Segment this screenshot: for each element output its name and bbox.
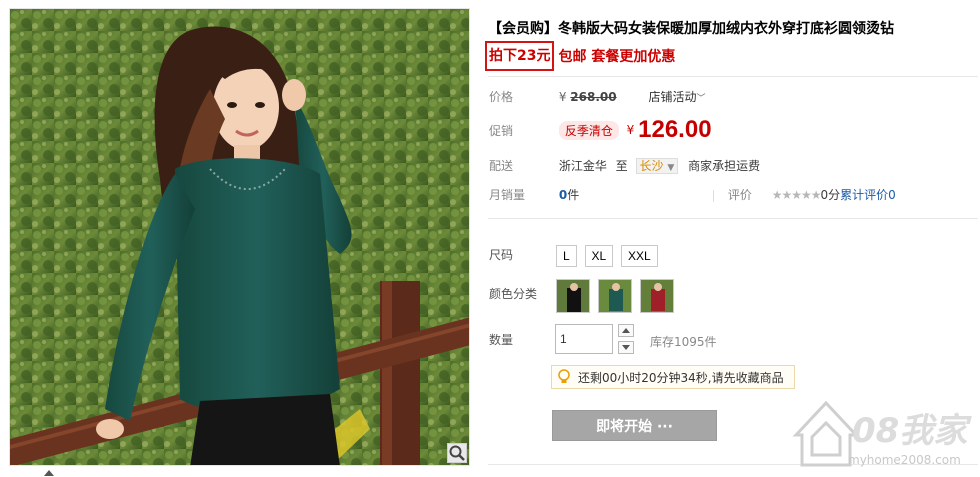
- quantity-label: 数量: [489, 333, 514, 347]
- lightbulb-icon: [558, 369, 570, 383]
- city-dropdown-icon: ▼: [667, 163, 675, 173]
- promo-text: 包邮 套餐更加优惠: [558, 49, 676, 65]
- size-row: 尺码: [489, 246, 555, 263]
- original-price: 268.00: [570, 90, 617, 104]
- coming-soon-button[interactable]: 即将开始 ···: [552, 410, 717, 441]
- promo-currency-symbol: ¥: [626, 123, 635, 137]
- ship-from: 浙江金华: [558, 159, 607, 173]
- size-options: L XL XXL: [556, 245, 662, 267]
- stats-row: 月销量 0件 评价 ★★★★★0分累计评价0: [489, 186, 896, 203]
- promo-tag: 反季清仓: [558, 120, 619, 140]
- rating-stars: ★★★★★: [771, 188, 822, 202]
- shipping-fee-note: 商家承担运费: [688, 159, 761, 173]
- stat-divider: [713, 189, 715, 202]
- promo-label: 促销: [489, 123, 514, 138]
- promo-price-row: 促销 反季清仓 ¥ 126.00: [489, 116, 712, 144]
- color-options: [556, 279, 678, 313]
- color-option-black[interactable]: [556, 279, 590, 313]
- shipping-row: 配送 浙江金华 至 长沙 ▼ 商家承担运费: [489, 157, 760, 174]
- size-option-xxl[interactable]: XXL: [621, 245, 658, 267]
- product-title: 【会员购】冬韩版大码女装保暖加厚加绒内衣外穿打底衫圆领烫钻: [488, 21, 894, 37]
- size-label: 尺码: [489, 248, 514, 262]
- quantity-row: 数量: [489, 331, 513, 348]
- ship-to-word: 至: [615, 159, 628, 173]
- product-info-header: 【会员购】冬韩版大码女装保暖加厚加绒内衣外穿打底衫圆领烫钻 拍下23元 包邮 套…: [485, 18, 968, 71]
- zoom-icon[interactable]: [447, 443, 467, 463]
- dropdown-arrow-icon: ﹀: [696, 94, 706, 104]
- size-option-xl[interactable]: XL: [584, 245, 614, 267]
- shop-activity-label: 店铺活动: [648, 90, 697, 104]
- color-option-red[interactable]: [639, 279, 674, 313]
- quantity-input[interactable]: [555, 324, 613, 354]
- watermark-url: myhome2008.com: [848, 453, 961, 467]
- shop-activity-dropdown[interactable]: 店铺活动﹀: [648, 90, 705, 104]
- favorite-reminder: 还剩00小时20分钟34秒,请先收藏商品: [551, 365, 795, 389]
- city-select[interactable]: 长沙 ▼: [635, 158, 679, 174]
- city-select-value: 长沙: [639, 159, 664, 173]
- monthly-sales-unit: 件: [567, 188, 580, 202]
- divider: [488, 76, 978, 77]
- rating-score: 0分: [820, 188, 841, 202]
- review-count[interactable]: 0: [888, 188, 896, 202]
- monthly-sales-label: 月销量: [489, 188, 526, 202]
- promo-price-box: 拍下23元: [485, 41, 555, 71]
- stock-count: 库存1095件: [650, 335, 717, 349]
- thumbnail-scroll-up-icon[interactable]: [44, 470, 54, 476]
- shipping-label: 配送: [489, 159, 514, 173]
- promo-price: 126.00: [638, 116, 712, 143]
- size-option-l[interactable]: L: [556, 245, 577, 267]
- rating-label: 评价: [727, 188, 752, 202]
- price-label: 价格: [489, 90, 514, 104]
- product-photo: [10, 9, 469, 465]
- reminder-text: 还剩00小时20分钟34秒,请先收藏商品: [578, 370, 784, 385]
- monthly-sales-count: 0: [558, 188, 568, 202]
- spin-down-icon[interactable]: [618, 341, 634, 354]
- price-row: 价格 ¥ 268.00 店铺活动﹀: [489, 88, 705, 105]
- currency-symbol: ¥: [558, 90, 567, 104]
- watermark-brand: 08我家: [852, 411, 968, 451]
- promo-line: 拍下23元 包邮 套餐更加优惠: [485, 41, 968, 71]
- spin-up-icon[interactable]: [618, 324, 634, 337]
- product-main-image[interactable]: [9, 8, 470, 466]
- site-watermark: 08我家 myhome2008.com: [790, 395, 975, 473]
- color-row: 颜色分类: [489, 285, 555, 302]
- review-link[interactable]: 累计评价: [840, 188, 888, 202]
- divider: [488, 218, 978, 219]
- color-option-green[interactable]: [597, 279, 632, 313]
- color-label: 颜色分类: [489, 287, 538, 301]
